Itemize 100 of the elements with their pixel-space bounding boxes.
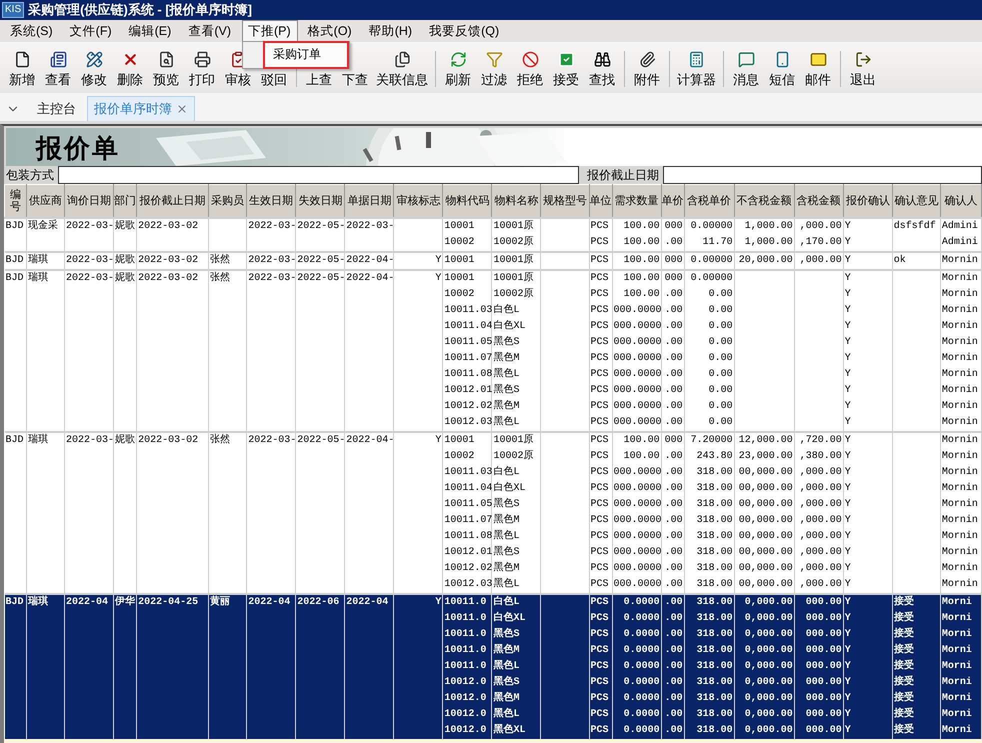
- table-cell: 黑色S: [492, 383, 541, 399]
- message-icon: [738, 50, 754, 68]
- table-cell: 318.00: [684, 627, 734, 643]
- table-cell: 黑色S: [492, 335, 541, 351]
- toolbar-button[interactable]: 修改: [76, 49, 112, 89]
- toolbar-button[interactable]: 审核: [220, 49, 256, 89]
- table-cell: Y: [843, 235, 892, 252]
- table-cell: Morni: [940, 675, 982, 691]
- column-header[interactable]: 供应商: [26, 184, 65, 218]
- menu-item[interactable]: 查看(V): [182, 20, 238, 42]
- table-cell: .00: [661, 415, 684, 432]
- menu-item[interactable]: 我要反馈(Q): [423, 20, 506, 42]
- checkmark-icon: [558, 50, 574, 68]
- table-cell: 瑞琪: [26, 252, 65, 270]
- table-cell: PCS: [589, 335, 612, 351]
- column-header[interactable]: 审核标志: [394, 184, 443, 218]
- column-header[interactable]: 物料代码: [442, 184, 492, 218]
- dropdown-item[interactable]: 采购订单: [262, 40, 349, 68]
- menu-item[interactable]: 系统(S): [4, 20, 60, 42]
- toolbar-button[interactable]: 新增: [4, 49, 40, 89]
- toolbar-button[interactable]: 附件: [629, 49, 665, 89]
- table-cell: 318.00: [684, 545, 734, 561]
- toolbar-button[interactable]: 拒绝: [512, 49, 548, 89]
- table-cell: Mornin: [940, 415, 982, 432]
- tab[interactable]: 报价单序时簿: [87, 96, 195, 121]
- table-cell: 000.0000: [612, 415, 662, 432]
- input-field[interactable]: [663, 166, 982, 184]
- toolbar-button[interactable]: 查看: [40, 49, 76, 89]
- toolbar-button[interactable]: 打印: [184, 49, 220, 89]
- column-header[interactable]: 含税金额: [794, 184, 844, 218]
- column-header[interactable]: 单位: [589, 184, 612, 218]
- column-header[interactable]: 报价确认: [843, 184, 892, 218]
- toolbar-button[interactable]: 刷新: [440, 49, 476, 89]
- stop-icon: [522, 50, 538, 68]
- app-logo: KIS: [2, 2, 24, 18]
- table-cell: 10011.0: [442, 611, 492, 627]
- tab[interactable]: 主控台: [30, 96, 83, 121]
- toolbar-button[interactable]: 预览: [148, 49, 184, 89]
- column-header[interactable]: 失效日期: [296, 184, 345, 218]
- table-cell: 000.0000: [612, 399, 662, 415]
- table-cell: 11.70: [684, 235, 734, 252]
- column-header[interactable]: 需求数量: [612, 184, 662, 218]
- toolbar-button[interactable]: 短信: [764, 49, 800, 89]
- toolbar-button[interactable]: 删除: [112, 49, 148, 89]
- table-cell: 2022-04-: [344, 252, 394, 270]
- table-cell: 10011.04: [442, 481, 492, 497]
- close-icon[interactable]: [176, 103, 188, 115]
- column-header[interactable]: 编号: [4, 184, 27, 218]
- column-header[interactable]: 规格型号: [540, 184, 590, 218]
- table-cell: PCS: [589, 529, 612, 545]
- column-header[interactable]: 不含税金额: [734, 184, 794, 218]
- menu-item[interactable]: 文件(F): [64, 20, 119, 42]
- input-field[interactable]: [58, 166, 579, 184]
- menu-item[interactable]: 编辑(E): [122, 20, 178, 42]
- toolbar-button[interactable]: 计算器: [674, 49, 719, 89]
- toolbar-button[interactable]: 退出: [845, 49, 881, 89]
- table-cell: .00: [661, 627, 684, 643]
- toolbar-button[interactable]: 查找: [584, 49, 620, 89]
- table-cell: 318.00: [684, 643, 734, 659]
- table-cell: PCS: [589, 465, 612, 481]
- table-cell: 2022-03-: [246, 252, 296, 270]
- table-cell: ,000.00: [794, 252, 844, 270]
- column-header[interactable]: 采购员: [208, 184, 247, 218]
- toolbar-button[interactable]: 过滤: [476, 49, 512, 89]
- menu-item[interactable]: 格式(O): [302, 20, 359, 42]
- column-header[interactable]: 生效日期: [246, 184, 296, 218]
- menu-item[interactable]: 下推(P): [242, 20, 298, 42]
- menu-item[interactable]: 帮助(H): [362, 20, 420, 42]
- table-cell: .00: [661, 235, 684, 252]
- table-cell: PCS: [589, 513, 612, 529]
- table-cell: Y: [843, 545, 892, 561]
- table-cell: .00: [661, 383, 684, 399]
- table-cell: 0,000.00: [734, 691, 794, 707]
- table-cell: PCS: [589, 611, 612, 627]
- toolbar-button[interactable]: 接受: [548, 49, 584, 89]
- column-header[interactable]: 物料名称: [492, 184, 541, 218]
- table-cell: 2022-03-: [64, 270, 114, 432]
- column-header[interactable]: 确认意见: [892, 184, 940, 218]
- table-cell: 2022-06: [296, 594, 345, 739]
- column-header[interactable]: 单据日期: [344, 184, 394, 218]
- table-cell: 000.0000: [612, 319, 662, 335]
- table-cell: 2022-04: [64, 594, 114, 739]
- column-header[interactable]: 确认人: [940, 184, 982, 218]
- table-cell: PCS: [589, 691, 612, 707]
- calculator-icon: [688, 50, 705, 68]
- table-cell: 318.00: [684, 577, 734, 594]
- column-header[interactable]: 报价截止日期: [136, 184, 209, 218]
- table-cell: Y: [843, 252, 892, 270]
- column-header[interactable]: 询价日期: [64, 184, 114, 218]
- toolbar-button[interactable]: 邮件: [800, 49, 836, 89]
- table-cell: 10011.08: [442, 367, 492, 383]
- toolbar-button[interactable]: 消息: [728, 49, 764, 89]
- toolbar-button[interactable]: 关联信息: [373, 49, 431, 89]
- column-header[interactable]: 单价: [661, 184, 684, 218]
- column-header[interactable]: 含税单价: [684, 184, 734, 218]
- column-header[interactable]: 部门: [114, 184, 137, 218]
- table-cell: 10012.02: [442, 399, 492, 415]
- table-cell: .00: [661, 367, 684, 383]
- window-title: 采购管理(供应链)系统 - [报价单序时簿]: [28, 1, 252, 19]
- table-cell: 318.00: [684, 659, 734, 675]
